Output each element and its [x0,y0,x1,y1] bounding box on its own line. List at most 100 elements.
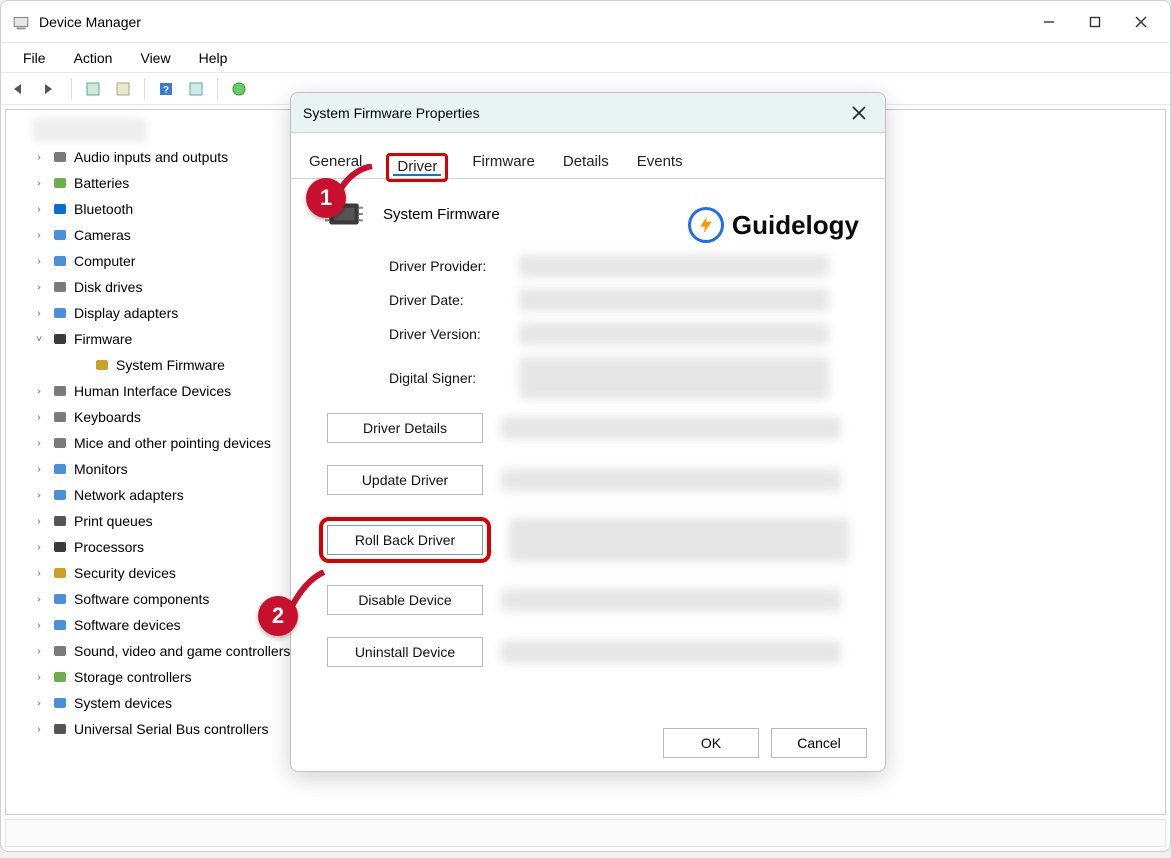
device-category-icon [51,382,69,400]
device-category-icon [51,278,69,296]
expander-icon[interactable]: › [32,722,46,736]
menu-file[interactable]: File [11,46,58,70]
expander-icon[interactable]: › [32,696,46,710]
tab-details[interactable]: Details [559,147,613,178]
minimize-button[interactable] [1026,6,1072,38]
expander-icon[interactable]: ˅ [32,332,46,346]
value-driver-provider-blurred [519,255,829,277]
expander-icon[interactable]: › [32,644,46,658]
tree-item-label: Computer [74,252,135,270]
ok-button[interactable]: OK [663,728,759,758]
tree-item-label: Storage controllers [74,668,192,686]
tree-item-label: Display adapters [74,304,178,322]
expander-icon[interactable]: › [32,618,46,632]
roll-back-driver-button[interactable]: Roll Back Driver [327,525,483,555]
value-digital-signer-blurred [519,357,829,399]
desc-driver-details-blurred [501,417,841,439]
tab-firmware[interactable]: Firmware [468,147,539,178]
device-category-icon [51,174,69,192]
update-driver-button[interactable]: Update Driver [327,465,483,495]
value-driver-version-blurred [519,323,829,345]
disable-device-button[interactable]: Disable Device [327,585,483,615]
menubar: File Action View Help [1,43,1170,73]
expander-icon [74,358,88,372]
expander-icon[interactable]: › [32,514,46,528]
cancel-button[interactable]: Cancel [771,728,867,758]
driver-info-block: Driver Provider: Driver Date: Driver Ver… [389,255,867,399]
desc-disable-device-blurred [501,589,841,611]
tree-item-label: Print queues [74,512,153,530]
expander-icon[interactable]: › [32,436,46,450]
dialog-title: System Firmware Properties [303,105,480,121]
bolt-icon [688,207,724,243]
label-digital-signer: Digital Signer: [389,370,519,386]
maximize-button[interactable] [1072,6,1118,38]
expander-icon[interactable]: › [32,566,46,580]
toolbar-help-icon[interactable]: ? [153,76,179,102]
dialog-titlebar: System Firmware Properties [291,93,885,133]
tree-item-label: Mice and other pointing devices [74,434,271,452]
expander-icon[interactable]: › [32,150,46,164]
expander-icon[interactable]: › [32,254,46,268]
expander-icon[interactable]: › [32,306,46,320]
desc-uninstall-device-blurred [501,641,841,663]
tree-item-label: Batteries [74,174,129,192]
tab-driver-highlight: Driver [386,153,448,182]
watermark-logo: Guidelogy [688,207,859,243]
menu-help[interactable]: Help [187,46,240,70]
toolbar-action-icon[interactable] [80,76,106,102]
expander-icon[interactable]: › [32,176,46,190]
expander-icon[interactable]: › [32,410,46,424]
device-category-icon [51,148,69,166]
properties-dialog: System Firmware Properties General Drive… [290,92,886,772]
tree-item-label: Keyboards [74,408,141,426]
dialog-body: Guidelogy System Firmware Driver Provide… [291,179,885,715]
expander-icon[interactable]: › [32,202,46,216]
desc-update-driver-blurred [501,469,841,491]
expander-icon[interactable]: › [32,670,46,684]
expander-icon[interactable]: › [32,228,46,242]
device-category-icon [51,200,69,218]
annotation-badge-2: 2 [258,596,298,636]
statusbar [5,819,1166,847]
root-node-blurred [32,118,147,142]
back-icon[interactable] [7,76,33,102]
device-category-icon [51,252,69,270]
tree-item-label: Processors [74,538,144,556]
dialog-close-button[interactable] [845,99,873,127]
tree-item-label: Firmware [74,330,132,348]
menu-action[interactable]: Action [62,46,125,70]
tree-item-label: Audio inputs and outputs [74,148,228,166]
titlebar: Device Manager [1,1,1170,43]
tree-item-label: Sound, video and game controllers [74,642,290,660]
device-category-icon [51,330,69,348]
tree-item-label: System devices [74,694,172,712]
tab-events[interactable]: Events [633,147,687,178]
device-icon [93,356,111,374]
expander-icon[interactable]: › [32,592,46,606]
expander-icon[interactable]: › [32,384,46,398]
tree-item-label: Monitors [74,460,128,478]
expander-icon[interactable]: › [32,540,46,554]
toolbar-update-icon[interactable] [226,76,252,102]
expander-icon[interactable]: › [32,488,46,502]
label-driver-version: Driver Version: [389,326,519,342]
label-driver-provider: Driver Provider: [389,258,519,274]
close-button[interactable] [1118,6,1164,38]
toolbar-properties-icon[interactable] [110,76,136,102]
device-category-icon [51,460,69,478]
expander-icon[interactable]: › [32,280,46,294]
tree-item-label: Network adapters [74,486,184,504]
dialog-footer: OK Cancel [291,715,885,771]
tree-item-label: Software devices [74,616,181,634]
expander-icon[interactable]: › [32,462,46,476]
value-driver-date-blurred [519,289,829,311]
toolbar-scan-icon[interactable] [183,76,209,102]
menu-view[interactable]: View [128,46,182,70]
tree-item-label: Human Interface Devices [74,382,231,400]
driver-details-button[interactable]: Driver Details [327,413,483,443]
forward-icon[interactable] [37,76,63,102]
tree-item-label: System Firmware [116,356,225,374]
uninstall-device-button[interactable]: Uninstall Device [327,637,483,667]
tab-driver[interactable]: Driver [397,158,437,175]
